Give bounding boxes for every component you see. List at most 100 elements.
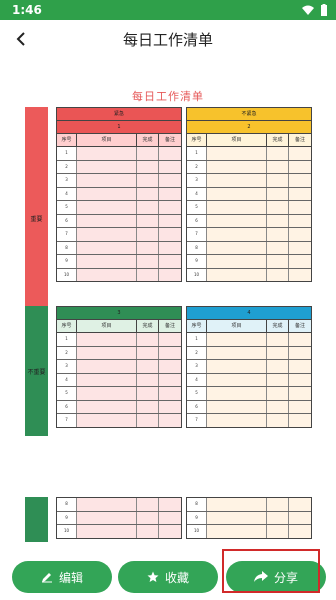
- col-note: 备注: [294, 323, 305, 329]
- col-item: 项目: [77, 134, 137, 146]
- row-number: 2: [187, 346, 207, 359]
- quadrant-3-continued: 8 9 10: [56, 497, 182, 539]
- row-number: 1: [57, 333, 77, 346]
- page-title: 每日工作清单: [122, 31, 213, 49]
- row-number: 7: [57, 228, 77, 241]
- quadrant-2: 不紧急 2 序号 项目 完成 备注 1 2 3 4 5 6 7 8 9 10: [186, 107, 312, 282]
- table-row: 8: [57, 241, 181, 255]
- row-number: 6: [187, 400, 207, 413]
- col-done: 完成: [267, 320, 289, 332]
- pencil-icon: [41, 573, 52, 583]
- document-title: 每日工作清单: [132, 90, 204, 103]
- row-number: 6: [187, 214, 207, 227]
- wifi-icon: [302, 5, 314, 15]
- table-row: 1: [187, 333, 311, 347]
- star-icon: [147, 571, 159, 582]
- row-number: 10: [187, 268, 207, 281]
- col-no: 序号: [57, 134, 77, 146]
- row-number: 3: [187, 174, 207, 187]
- table-row: 9: [57, 511, 181, 525]
- col-item: 项目: [207, 320, 267, 332]
- edit-button[interactable]: 编辑: [12, 561, 112, 593]
- table-row: 5: [187, 201, 311, 215]
- row-number: 1: [57, 147, 77, 160]
- row-number: 4: [187, 373, 207, 386]
- quadrant-subheader: 2: [187, 121, 311, 134]
- col-no: 序号: [57, 320, 77, 332]
- col-note: 备注: [164, 137, 175, 143]
- col-note: 备注: [164, 323, 175, 329]
- table-row: 5: [57, 387, 181, 401]
- side-label-not-important: 不重要: [25, 306, 48, 436]
- row-number: 8: [187, 498, 207, 511]
- column-headers: 序号 项目 完成 备注: [187, 134, 311, 147]
- col-item: 项目: [207, 134, 267, 146]
- row-number: 4: [57, 373, 77, 386]
- table-row: 10: [57, 268, 181, 281]
- side-label-important: 重要: [25, 107, 48, 330]
- row-number: 6: [57, 214, 77, 227]
- table-row: 4: [187, 187, 311, 201]
- table-row: 2: [187, 346, 311, 360]
- table-row: 10: [187, 268, 311, 281]
- row-number: 3: [57, 360, 77, 373]
- quadrant-4-continued: 8 9 10: [186, 497, 312, 539]
- col-item: 项目: [77, 320, 137, 332]
- row-number: 5: [187, 201, 207, 214]
- table-row: 8: [187, 498, 311, 512]
- column-headers: 序号 项目 完成 备注: [57, 134, 181, 147]
- row-number: 9: [57, 255, 77, 268]
- favorite-label: 收藏: [164, 570, 189, 585]
- row-number: 9: [187, 255, 207, 268]
- table-row: 4: [57, 373, 181, 387]
- column-headers: 序号 项目 完成 备注: [57, 320, 181, 333]
- quadrant-header: 4: [187, 307, 311, 320]
- row-number: 3: [187, 360, 207, 373]
- col-no: 序号: [187, 134, 207, 146]
- table-row: 6: [57, 214, 181, 228]
- row-number: 5: [57, 387, 77, 400]
- col-no: 序号: [187, 320, 207, 332]
- table-row: 8: [57, 498, 181, 512]
- document-preview[interactable]: 每日工作清单 重要 不重要 紧急 1 序号 项目 完成 备注 1 2 3 4 5…: [0, 60, 336, 555]
- table-row: 7: [57, 414, 181, 427]
- row-number: 10: [57, 525, 77, 538]
- share-highlight-box: [222, 549, 320, 593]
- quadrant-3: 3 序号 项目 完成 备注 1 2 3 4 5 6 7: [56, 306, 182, 428]
- table-row: 4: [57, 187, 181, 201]
- row-number: 1: [187, 147, 207, 160]
- table-row: 2: [57, 160, 181, 174]
- row-number: 4: [187, 187, 207, 200]
- status-bar: 1:46: [0, 0, 336, 20]
- col-done: 完成: [137, 320, 159, 332]
- table-row: 3: [187, 174, 311, 188]
- status-icons: [302, 4, 328, 16]
- row-number: 10: [187, 525, 207, 538]
- table-row: 7: [187, 228, 311, 242]
- row-number: 8: [57, 498, 77, 511]
- row-number: 4: [57, 187, 77, 200]
- row-number: 7: [57, 414, 77, 427]
- row-number: 10: [57, 268, 77, 281]
- table-row: 4: [187, 373, 311, 387]
- table-row: 6: [187, 214, 311, 228]
- row-number: 2: [57, 346, 77, 359]
- row-number: 9: [187, 511, 207, 524]
- quadrant-header: 紧急: [57, 108, 181, 121]
- side-label-continuation: [25, 497, 48, 542]
- favorite-button[interactable]: 收藏: [118, 561, 218, 593]
- table-row: 3: [187, 360, 311, 374]
- table-row: 9: [187, 511, 311, 525]
- quadrant-header: 不紧急: [187, 108, 311, 121]
- battery-icon: [321, 4, 327, 16]
- row-number: 2: [187, 160, 207, 173]
- table-row: 8: [187, 241, 311, 255]
- title-bar: 每日工作清单: [0, 20, 336, 60]
- row-number: 2: [57, 160, 77, 173]
- table-row: 7: [57, 228, 181, 242]
- table-row: 9: [187, 255, 311, 269]
- table-row: 1: [57, 147, 181, 161]
- table-row: 2: [187, 160, 311, 174]
- row-number: 3: [57, 174, 77, 187]
- table-row: 9: [57, 255, 181, 269]
